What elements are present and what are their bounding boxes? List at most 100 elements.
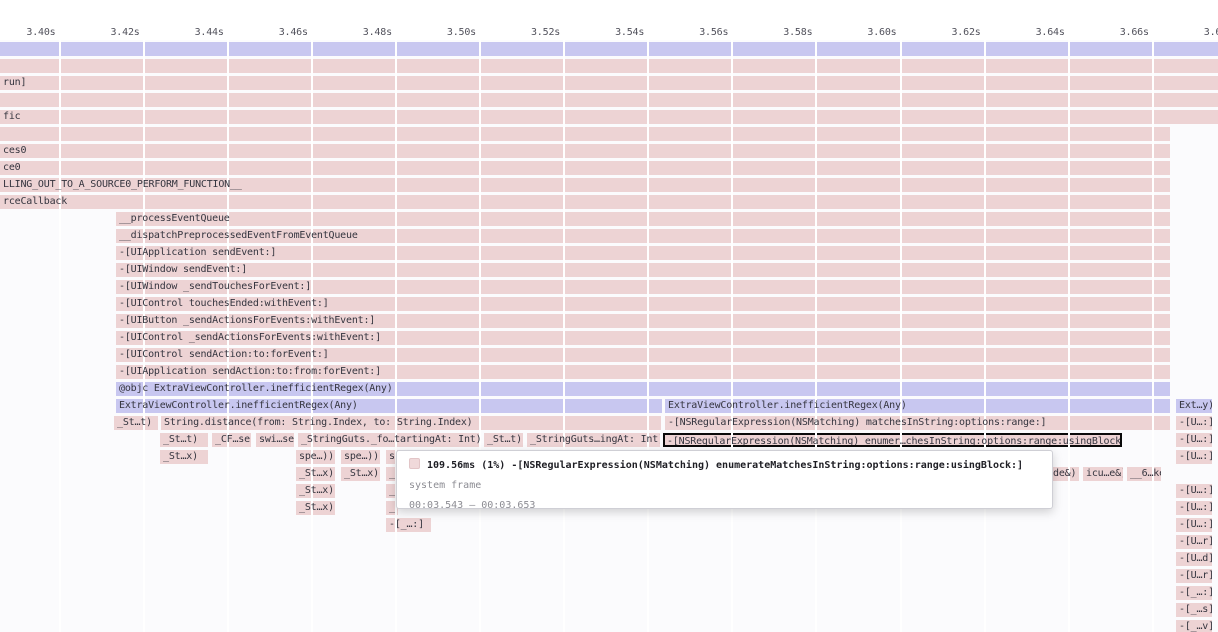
flame-bar-label: -[UIButton _sendActionsForEvents:withEve…	[116, 315, 375, 326]
flame-bar[interactable]: swi…se	[256, 433, 294, 447]
flame-bar-label: -[NSRegularExpression(NSMatching) enumer…	[665, 436, 1122, 447]
axis-tick-label: 3.44s	[164, 27, 224, 39]
flame-bar-label: -[U…:]	[1176, 485, 1212, 496]
flame-bar[interactable]: _St…x)	[296, 501, 335, 515]
flame-bar[interactable]: ces0	[0, 144, 1170, 158]
flame-bar[interactable]: -[U…r]	[1176, 569, 1212, 583]
axis-tick-label: 3.48s	[332, 27, 392, 39]
axis-tick-label: 3.62s	[921, 27, 981, 39]
flame-bar[interactable]: _StringGuts…ingAt: Int)	[527, 433, 660, 447]
flame-bar[interactable]: _St…x)	[296, 484, 335, 498]
flame-bar-label: _	[386, 468, 395, 479]
flame-bar-selected[interactable]: -[NSRegularExpression(NSMatching) enumer…	[663, 433, 1122, 447]
axis-tick-label: 3.64s	[1005, 27, 1065, 39]
flame-bar[interactable]: _St…x)	[341, 467, 380, 481]
flame-bar[interactable]: __dispatchPreprocessedEventFromEventQueu…	[116, 229, 1170, 243]
flame-bar[interactable]: _St…t)	[160, 433, 208, 447]
flame-bar[interactable]: -[U…:]	[1176, 484, 1212, 498]
flame-bar[interactable]: _St…t)	[484, 433, 523, 447]
flame-bar[interactable]: -[UIControl sendAction:to:forEvent:]	[116, 348, 1170, 362]
flame-bar-label: de&)	[1050, 468, 1076, 479]
flame-bar[interactable]: Ext…y)	[1176, 399, 1212, 413]
flame-bar[interactable]: -[U…d]	[1176, 552, 1212, 566]
flame-bar[interactable]: _StringGuts._fo…tartingAt: Int)	[298, 433, 480, 447]
flame-bar[interactable]: -[U…:]	[1176, 433, 1212, 447]
flame-bar[interactable]: spe…))	[341, 450, 380, 464]
tooltip: 109.56ms (1%) -[NSRegularExpression(NSMa…	[396, 450, 1053, 509]
flame-bar-label: -[UIControl touchesEnded:withEvent:]	[116, 298, 329, 309]
flame-bar[interactable]: -[UIApplication sendAction:to:from:forEv…	[116, 365, 1170, 379]
axis-tick-label: 3.68s	[1173, 27, 1218, 39]
flame-bar[interactable]: -[U…r]	[1176, 535, 1212, 549]
flame-bar[interactable]: -[UIControl touchesEnded:withEvent:]	[116, 297, 1170, 311]
flame-bar-label: _	[386, 485, 395, 496]
flame-bar-label: Ext…y)	[1176, 400, 1212, 411]
flame-bar[interactable]: -[UIButton _sendActionsForEvents:withEve…	[116, 314, 1170, 328]
flame-bar[interactable]: de&)	[1050, 467, 1079, 481]
gridline	[479, 40, 481, 632]
flame-bar[interactable]: __processEventQueue	[116, 212, 1170, 226]
flame-bar[interactable]: -[U…:]	[1176, 416, 1212, 430]
flame-bar-label: _St…t)	[484, 434, 522, 445]
flame-bar-label: -[U…:]	[1176, 451, 1212, 462]
flame-bar-label: @objc ExtraViewController.inefficientReg…	[116, 383, 393, 394]
flame-bar-label: ces0	[0, 145, 26, 156]
flame-bar-label: spe…))	[296, 451, 334, 462]
flame-bar-label: -[U…:]	[1176, 417, 1212, 428]
flame-bar[interactable]: -[_…:]	[1176, 586, 1212, 600]
flame-bar[interactable]: -[_…v]	[1176, 620, 1212, 632]
flame-bar[interactable]	[0, 127, 1170, 141]
flame-bar[interactable]: ce0	[0, 161, 1170, 175]
flame-bar[interactable]: rceCallback	[0, 195, 1170, 209]
flame-bar[interactable]: -[UIApplication sendEvent:]	[116, 246, 1170, 260]
flame-bar[interactable]	[0, 59, 1218, 73]
flame-bar-label: rceCallback	[0, 196, 67, 207]
flame-bar[interactable]: -[_…s]	[1176, 603, 1212, 617]
flame-bar-label: -[U…:]	[1176, 519, 1212, 530]
flame-bar[interactable]: _St…x)	[296, 467, 335, 481]
flame-bar[interactable]	[0, 42, 1218, 56]
flame-bar-label: -[UIControl sendAction:to:forEvent:]	[116, 349, 329, 360]
flame-bar[interactable]: -[U…:]	[1176, 518, 1212, 532]
flame-bar[interactable]: spe…))	[296, 450, 335, 464]
flame-bar[interactable]: -[_…:]	[386, 518, 431, 532]
flame-bar[interactable]: -[UIControl _sendActionsForEvents:withEv…	[116, 331, 1170, 345]
instruments-flame-chart-window: 3.40s3.42s3.44s3.46s3.48s3.50s3.52s3.54s…	[0, 0, 1218, 632]
flame-bar-label: fic	[0, 111, 20, 122]
flame-bar[interactable]	[0, 93, 1218, 107]
flame-bar-label: _St…x)	[341, 468, 379, 479]
gridline	[984, 40, 986, 632]
flame-bar[interactable]: -[NSRegularExpression(NSMatching) matche…	[665, 416, 1170, 430]
flame-bar[interactable]: _St…x)	[160, 450, 208, 464]
gridline	[815, 40, 817, 632]
tooltip-frame-type: system frame	[409, 479, 1040, 492]
time-axis: 3.40s3.42s3.44s3.46s3.48s3.50s3.52s3.54s…	[0, 0, 1218, 40]
axis-tick-label: 3.60s	[837, 27, 897, 39]
flame-chart[interactable]: 109.56ms (1%) -[NSRegularExpression(NSMa…	[0, 40, 1218, 632]
flame-bar[interactable]: String.distance(from: String.Index, to: …	[161, 416, 661, 430]
gridline	[563, 40, 565, 632]
flame-bar[interactable]: @objc ExtraViewController.inefficientReg…	[116, 382, 1170, 396]
flame-bar[interactable]: _St…t)	[114, 416, 158, 430]
flame-bar-label: -[UIWindow sendEvent:]	[116, 264, 247, 275]
flame-bar-label: ExtraViewController.inefficientRegex(Any…	[116, 400, 358, 411]
tooltip-duration: 109.56ms	[427, 460, 475, 471]
flame-bar[interactable]: run]	[0, 76, 1218, 90]
flame-bar[interactable]: -[U…:]	[1176, 450, 1212, 464]
flame-bar[interactable]: -[UIWindow _sendTouchesForEvent:]	[116, 280, 1170, 294]
flame-bar[interactable]: __6…ke	[1127, 467, 1161, 481]
flame-bar[interactable]: -[UIWindow sendEvent:]	[116, 263, 1170, 277]
flame-bar-label: _CF…se	[212, 434, 250, 445]
flame-bar[interactable]: ExtraViewController.inefficientRegex(Any…	[665, 399, 1170, 413]
flame-bar[interactable]: LLING_OUT_TO_A_SOURCE0_PERFORM_FUNCTION_…	[0, 178, 1170, 192]
gridline	[647, 40, 649, 632]
flame-bar-label: LLING_OUT_TO_A_SOURCE0_PERFORM_FUNCTION_…	[0, 179, 242, 190]
flame-bar[interactable]: fic	[0, 110, 1218, 124]
flame-bar-label: spe…))	[341, 451, 379, 462]
flame-bar[interactable]: ExtraViewController.inefficientRegex(Any…	[116, 399, 662, 413]
flame-bar-label: ce0	[0, 162, 20, 173]
flame-bar[interactable]: -[U…:]	[1176, 501, 1212, 515]
flame-bar[interactable]: _CF…se	[212, 433, 251, 447]
flame-bar[interactable]: icu…e&)	[1083, 467, 1123, 481]
flame-bar-label: -[_…v]	[1176, 621, 1212, 632]
